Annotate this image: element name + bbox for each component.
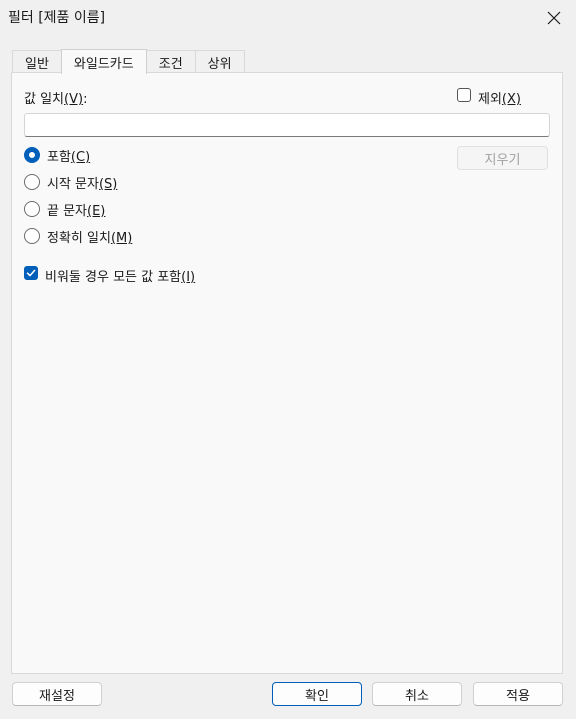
exclude-checkbox[interactable]	[457, 88, 471, 102]
radio-exact-match[interactable]	[24, 228, 40, 244]
radio-contains-label[interactable]: 포함(C)	[47, 146, 90, 165]
tab-wildcard[interactable]: 와일드카드	[60, 49, 147, 74]
reset-button-label: 재설정	[39, 688, 75, 704]
radio-exact-match-text: 정확히 일치	[47, 231, 111, 246]
radio-starts-with-label[interactable]: 시작 문자(S)	[47, 173, 117, 192]
tab-top-label: 상위	[207, 56, 232, 72]
checkmark-icon	[26, 269, 36, 277]
match-value-mnemonic: (V)	[64, 92, 84, 107]
tab-general[interactable]: 일반	[12, 50, 62, 73]
clear-button[interactable]: 지우기	[457, 146, 548, 170]
exclude-label[interactable]: 제외(X)	[478, 88, 521, 107]
radio-starts-with-text: 시작 문자	[47, 177, 99, 192]
match-value-suffix: :	[83, 92, 88, 107]
tab-condition[interactable]: 조건	[145, 50, 196, 73]
match-value-label: 값 일치(V):	[24, 88, 87, 107]
radio-contains[interactable]	[24, 147, 40, 163]
clear-button-label: 지우기	[484, 152, 521, 168]
tab-condition-label: 조건	[158, 56, 183, 72]
tab-strip: 일반 와일드카드 조건 상위	[12, 49, 245, 74]
match-value-text: 값 일치	[24, 92, 65, 107]
radio-contains-mnemonic: (C)	[70, 150, 91, 165]
ok-button[interactable]: 확인	[272, 682, 362, 706]
radio-exact-match-mnemonic: (M)	[110, 231, 133, 246]
radio-ends-with[interactable]	[24, 201, 40, 217]
radio-contains-text: 포함	[47, 150, 71, 165]
radio-starts-with-mnemonic: (S)	[98, 177, 118, 192]
include-all-checkbox[interactable]	[24, 266, 38, 280]
title-bar: 필터 [제품 이름]	[0, 0, 576, 36]
radio-ends-with-mnemonic: (E)	[87, 204, 106, 219]
radio-ends-with-text: 끝 문자	[47, 204, 88, 219]
include-all-text: 비워둘 경우 모든 값 포함	[45, 270, 182, 285]
include-all-label[interactable]: 비워둘 경우 모든 값 포함(I)	[45, 266, 195, 285]
apply-button-label: 적용	[506, 688, 530, 704]
wildcard-panel: 값 일치(V): 제외(X) 포함(C) 시작 문자(S) 끝 문자(E) 정확…	[11, 72, 563, 674]
tab-top[interactable]: 상위	[194, 50, 245, 73]
close-icon	[547, 11, 561, 25]
exclude-mnemonic: (X)	[501, 92, 521, 107]
radio-ends-with-label[interactable]: 끝 문자(E)	[47, 200, 105, 219]
cancel-button[interactable]: 취소	[372, 682, 462, 706]
apply-button[interactable]: 적용	[473, 682, 563, 706]
radio-exact-match-label[interactable]: 정확히 일치(M)	[47, 227, 132, 246]
window-title: 필터 [제품 이름]	[8, 10, 106, 26]
reset-button[interactable]: 재설정	[12, 682, 102, 706]
close-button[interactable]	[532, 0, 576, 36]
radio-starts-with[interactable]	[24, 174, 40, 190]
include-all-mnemonic: (I)	[181, 270, 196, 285]
ok-button-label: 확인	[305, 688, 329, 704]
exclude-text: 제외	[478, 92, 502, 107]
cancel-button-label: 취소	[405, 688, 429, 704]
tab-wildcard-label: 와일드카드	[73, 56, 134, 72]
match-value-input[interactable]	[24, 113, 550, 137]
tab-general-label: 일반	[25, 56, 49, 72]
